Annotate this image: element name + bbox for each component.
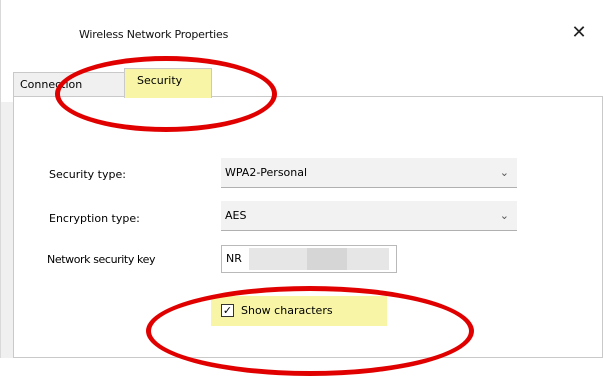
title-bar: Wireless Network Properties ✕ bbox=[1, 0, 603, 52]
window-title: Wireless Network Properties bbox=[79, 28, 229, 41]
encryption-type-value: AES bbox=[225, 209, 247, 222]
tab-connection[interactable]: Connection bbox=[13, 72, 129, 96]
redaction-block bbox=[307, 248, 347, 270]
network-key-label: Network security key bbox=[47, 253, 156, 266]
chevron-down-icon: ⌄ bbox=[499, 209, 509, 222]
tab-security[interactable]: Security bbox=[124, 68, 212, 98]
security-type-value: WPA2-Personal bbox=[225, 166, 308, 179]
security-type-select[interactable]: WPA2-Personal ⌄ bbox=[221, 158, 517, 188]
encryption-type-label: Encryption type: bbox=[49, 212, 140, 225]
close-icon[interactable]: ✕ bbox=[554, 14, 603, 50]
encryption-type-select[interactable]: AES ⌄ bbox=[221, 201, 517, 231]
show-characters-label: Show characters bbox=[241, 304, 333, 317]
wireless-properties-dialog: Wireless Network Properties ✕ Connection… bbox=[0, 0, 603, 376]
show-characters-checkbox[interactable]: ✓ Show characters bbox=[211, 296, 387, 326]
security-type-label: Security type: bbox=[49, 168, 126, 181]
checkbox-checked-icon[interactable]: ✓ bbox=[221, 304, 234, 317]
network-key-value: NR bbox=[226, 252, 242, 265]
chevron-down-icon: ⌄ bbox=[499, 166, 509, 179]
